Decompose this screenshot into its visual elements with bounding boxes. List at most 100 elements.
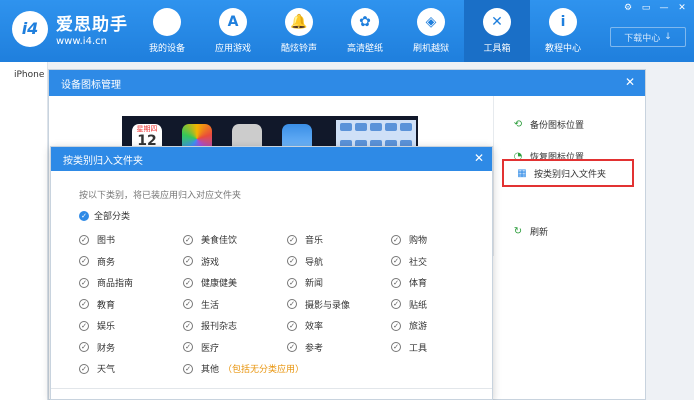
category-label: 社交 [409, 257, 428, 268]
refresh-button[interactable]: ↻ 刷新 [500, 218, 638, 244]
calendar-weekday: 星期四 [136, 125, 158, 133]
category-label: 医疗 [201, 343, 220, 354]
category-checkbox[interactable]: ✓ 报刊杂志 [183, 315, 287, 337]
category-checkbox[interactable]: ✓ 购物 [391, 229, 495, 251]
icon-actions-menu: ⟲ 备份图标位置 ◔ 恢复图标位置 ▦ 按类别归入文件夹 ↻ 刷新 [493, 96, 645, 256]
nav-flash-jailbreak[interactable]: ◈ 刷机越狱 [398, 0, 464, 62]
category-checkbox[interactable]: ✓ 参考 [287, 337, 391, 359]
category-checkbox[interactable]: ✓ 导航 [287, 251, 391, 273]
icon-manager-title: 设备图标管理 [61, 79, 121, 91]
nav-ringtones[interactable]: 🔔 酷炫铃声 [266, 0, 332, 62]
checked-icon: ✓ [79, 363, 89, 374]
device-tab-label: iPhone [14, 70, 45, 80]
checked-icon: ✓ [391, 256, 401, 267]
category-label: 其他 [201, 365, 220, 376]
main-nav: 我的设备 A 应用游戏 🔔 酷炫铃声 ✿ 高清壁纸 ◈ 刷机越狱 ✕ 工具箱 i… [134, 0, 596, 62]
nav-my-device[interactable]: 我的设备 [134, 0, 200, 62]
category-label: 生活 [201, 300, 220, 311]
download-icon: ↓ [664, 32, 672, 42]
category-label: 工具 [409, 343, 428, 354]
category-label: 商品指南 [97, 279, 134, 290]
checked-icon: ✓ [287, 342, 297, 353]
nav-label: 应用游戏 [214, 44, 251, 54]
category-checkbox[interactable]: ✓ 生活 [183, 294, 287, 316]
sort-hint: 按以下类别，将已装应用归入对应文件夹 [79, 191, 242, 201]
nav-label: 工具箱 [483, 44, 511, 54]
category-checkbox[interactable]: ✓ 娱乐 [79, 315, 183, 337]
nav-label: 我的设备 [148, 44, 185, 54]
nav-apps-games[interactable]: A 应用游戏 [200, 0, 266, 62]
category-checkbox[interactable]: ✓ 社交 [391, 251, 495, 273]
category-checkbox[interactable]: ✓ 健康健美 [183, 272, 287, 294]
top-bar: i4 爱思助手 www.i4.cn 我的设备 A 应用游戏 🔔 酷炫铃声 ✿ 高… [0, 0, 694, 62]
all-categories-checkbox[interactable]: ✓ 全部分类 [79, 209, 130, 222]
category-label: 购物 [409, 236, 428, 247]
dialog-divider [51, 388, 492, 389]
refresh-icon: ↻ [513, 225, 523, 237]
checked-icon: ✓ [391, 277, 401, 288]
nav-toolbox[interactable]: ✕ 工具箱 [464, 0, 530, 62]
dropbox-icon: ◈ [417, 8, 445, 36]
category-checkbox[interactable]: ✓ 财务 [79, 337, 183, 359]
category-checkbox[interactable]: ✓ 医疗 [183, 337, 287, 359]
checked-icon: ✓ [79, 210, 89, 221]
app-name: 爱思助手 [56, 15, 128, 35]
category-label: 美食佳饮 [201, 236, 238, 247]
category-checkbox[interactable]: ✓ 游戏 [183, 251, 287, 273]
category-label: 商务 [97, 257, 116, 268]
category-checkbox[interactable]: ✓ 贴纸 [391, 294, 495, 316]
nav-label: 教程中心 [544, 44, 581, 54]
close-window-icon[interactable]: ✕ [676, 3, 688, 13]
category-checkbox[interactable]: ✓ 商品指南 [79, 272, 183, 294]
checked-icon: ✓ [183, 320, 193, 331]
checked-icon: ✓ [287, 320, 297, 331]
category-label: 参考 [305, 343, 324, 354]
checked-icon: ✓ [183, 277, 193, 288]
category-checkbox[interactable]: ✓ 天气 [79, 358, 183, 380]
menu-label: 刷新 [530, 227, 549, 238]
category-checkbox[interactable]: ✓ 教育 [79, 294, 183, 316]
backup-icon-positions-button[interactable]: ⟲ 备份图标位置 [500, 111, 638, 137]
sort-into-folders-button[interactable]: ▦ 按类别归入文件夹 [502, 159, 634, 187]
download-center-button[interactable]: 下载中心 ↓ [610, 27, 686, 47]
menu-label: 备份图标位置 [530, 120, 585, 131]
category-label: 导航 [305, 257, 324, 268]
nav-tutorials[interactable]: i 教程中心 [530, 0, 596, 62]
nav-label: 高清壁纸 [346, 44, 383, 54]
category-label: 娱乐 [97, 322, 116, 333]
category-label: 新闻 [305, 279, 324, 290]
close-icon[interactable]: ✕ [474, 151, 484, 165]
settings-icon[interactable]: ⚙ [622, 3, 634, 13]
category-checkbox[interactable]: ✓ 图书 [79, 229, 183, 251]
checked-icon: ✓ [183, 363, 193, 374]
category-checkbox[interactable]: ✓ 工具 [391, 337, 495, 359]
close-icon[interactable]: ✕ [625, 75, 635, 89]
category-checkbox[interactable]: ✓ 音乐 [287, 229, 391, 251]
app-logo: i4 爱思助手 www.i4.cn [12, 10, 128, 47]
category-checkbox[interactable]: ✓ 其他 （包括无分类应用） [183, 358, 304, 380]
sort-dialog-title: 按类别归入文件夹 [63, 155, 143, 167]
menu-label: 按类别归入文件夹 [534, 169, 607, 180]
sort-dialog-header: 按类别归入文件夹 ✕ [51, 147, 492, 171]
category-checkbox[interactable]: ✓ 商务 [79, 251, 183, 273]
nav-wallpapers[interactable]: ✿ 高清壁纸 [332, 0, 398, 62]
minimize-icon[interactable]: — [658, 3, 670, 13]
category-checkbox[interactable]: ✓ 效率 [287, 315, 391, 337]
checked-icon: ✓ [391, 299, 401, 310]
category-grid: ✓ 图书 ✓ 美食佳饮 ✓ 音乐 ✓ 购物 ✓ 商务 ✓ 游戏 ✓ 导航 ✓ 社交 ✓ 商品指南 ✓ 健康健美 ✓ 新闻 ✓… [79, 229, 479, 380]
checked-icon: ✓ [183, 342, 193, 353]
category-checkbox[interactable]: ✓ 旅游 [391, 315, 495, 337]
nav-label: 刷机越狱 [412, 44, 449, 54]
category-label: 效率 [305, 322, 324, 333]
restore-window-icon[interactable]: ▭ [640, 3, 652, 13]
checked-icon: ✓ [79, 320, 89, 331]
category-label: 体育 [409, 279, 428, 290]
category-checkbox[interactable]: ✓ 美食佳饮 [183, 229, 287, 251]
download-center-label: 下载中心 [624, 33, 661, 44]
device-tab[interactable]: iPhone [0, 62, 48, 400]
category-checkbox[interactable]: ✓ 摄影与录像 [287, 294, 391, 316]
category-checkbox[interactable]: ✓ 新闻 [287, 272, 391, 294]
checked-icon: ✓ [391, 234, 401, 245]
category-checkbox[interactable]: ✓ 体育 [391, 272, 495, 294]
checked-icon: ✓ [79, 342, 89, 353]
